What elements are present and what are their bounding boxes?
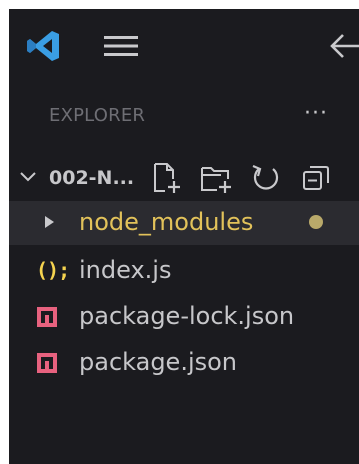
tree-item-label[interactable]: node_modules [79,208,253,236]
tree-item-label[interactable]: index.js [79,256,171,284]
tree-item-package-json[interactable]: package.json [9,341,359,385]
activity-topbar [9,9,359,81]
workspace-folder-row[interactable]: 002-N... [9,159,359,199]
modified-dot-icon [309,215,323,229]
hamburger-menu-icon[interactable] [102,31,140,61]
tree-item-label[interactable]: package-lock.json [79,302,294,330]
new-folder-icon[interactable] [199,161,233,195]
arrow-left-icon[interactable] [329,29,359,63]
js-file-icon: (); [36,258,70,282]
tree-item-index-js[interactable]: (); index.js [9,249,359,293]
collapse-all-icon[interactable] [299,161,333,195]
refresh-icon[interactable] [249,161,283,195]
explorer-header: EXPLORER ··· [9,99,359,139]
json-file-icon [37,353,57,373]
new-file-icon[interactable] [149,161,183,195]
tree-item-package-lock-json[interactable]: package-lock.json [9,295,359,339]
explorer-title: EXPLORER [49,105,146,126]
json-file-icon [37,307,57,327]
chevron-right-icon[interactable] [43,215,55,229]
chevron-down-icon[interactable] [18,167,38,187]
vscode-logo-icon[interactable] [25,29,61,63]
tree-item-label[interactable]: package.json [79,348,237,376]
workspace-folder-name[interactable]: 002-N... [49,167,134,189]
more-actions-icon[interactable]: ··· [299,99,333,129]
tree-item-node-modules[interactable]: node_modules [9,201,359,245]
explorer-panel: EXPLORER ··· 002-N... node_modules (); i… [9,9,359,464]
